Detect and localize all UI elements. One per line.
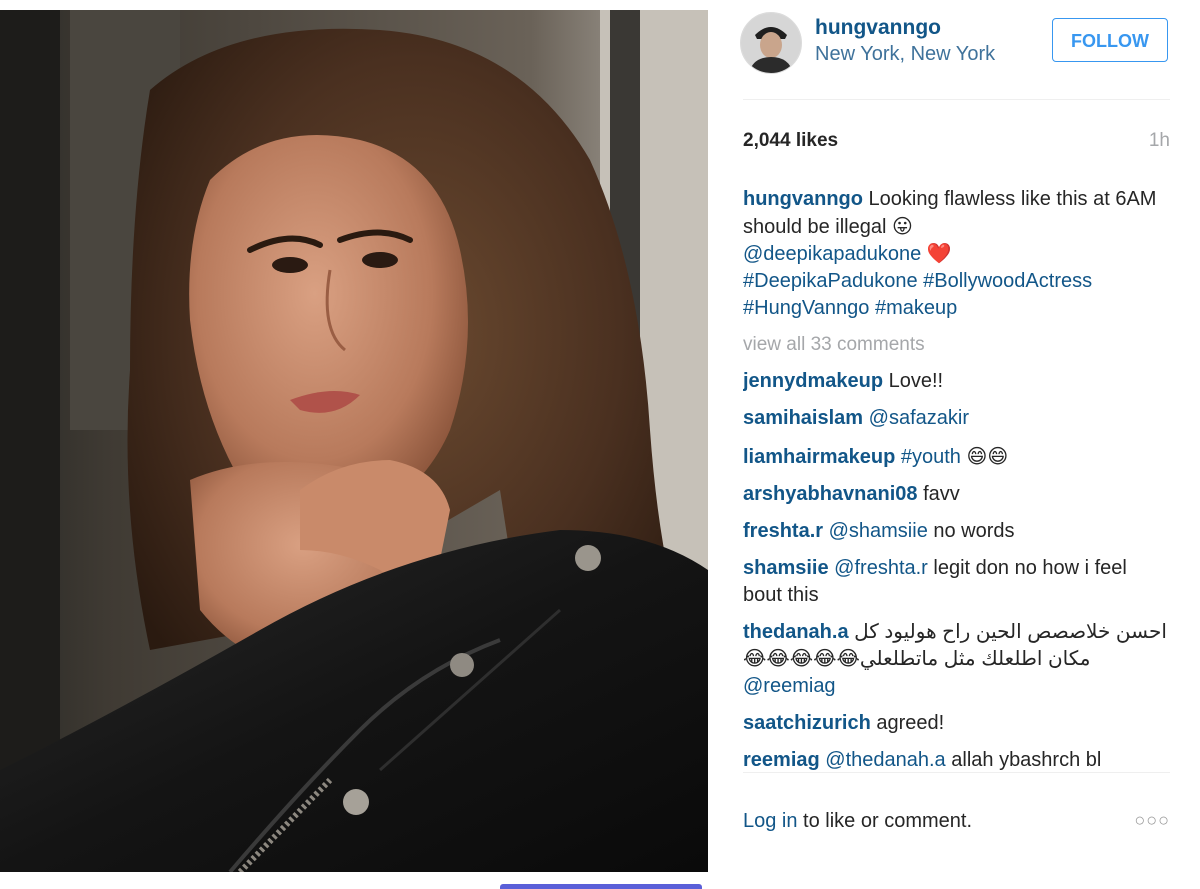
comment-item: shamsiie @freshta.r legit don no how i f… [743,555,1170,608]
comment-text: agreed! [876,711,945,734]
comment-item: samihaislam @safazakir [743,405,1170,432]
header-divider [743,99,1170,100]
comment-item: thedanah.a احسن خلاصصص الحين راح هوليود … [743,619,1170,699]
comment-text: no words [933,520,1015,543]
comment-text: allah ybashrch bl [951,748,1102,771]
login-prompt-text: to like or comment. [797,810,973,832]
comments-list[interactable]: hungvanngo Looking flawless like this at… [743,186,1170,772]
comment-text: Love!! [888,370,944,393]
view-all-comments-link[interactable]: view all 33 comments [743,332,1170,359]
login-link[interactable]: Log in [743,810,798,832]
grin-emoji: 😄😄 [966,443,1009,468]
scroll-indicator [500,884,702,889]
post-details-panel: hungvanngo New York, New York FOLLOW 2,0… [708,0,1200,889]
caption-hashtags[interactable]: #DeepikaPadukone #BollywoodActress #Hung… [743,270,1092,319]
profile-avatar[interactable] [740,12,802,74]
more-options-icon[interactable]: ○○○ [1134,810,1170,831]
post-header: hungvanngo New York, New York FOLLOW [708,0,1200,100]
post-location[interactable]: New York, New York [815,43,995,66]
post-timestamp[interactable]: 1h [1149,130,1170,152]
comment-username[interactable]: jennydmakeup [743,370,883,392]
comment-item: reemiag @thedanah.a allah ybashrch bl [743,747,1170,772]
comment-username[interactable]: reemiag [743,749,820,771]
post-caption: hungvanngo Looking flawless like this at… [743,186,1170,322]
likes-count[interactable]: 2,044 likes [743,130,838,152]
comment-item: saatchizurich agreed! [743,710,1170,737]
comment-username[interactable]: saatchizurich [743,712,871,734]
comment-item: arshyabhavnani08 favv [743,481,1170,508]
post-author-username[interactable]: hungvanngo [815,16,941,40]
comment-text: favv [923,482,960,505]
caption-mention[interactable]: @deepikapadukone [743,243,921,265]
comment-mention[interactable]: @shamsiie [829,520,928,542]
comment-mention[interactable]: @reemiag [743,675,836,697]
comments-divider [743,772,1170,773]
comment-username[interactable]: freshta.r [743,520,823,542]
tongue-emoji: 😛 [892,213,913,238]
comment-username[interactable]: thedanah.a [743,621,849,643]
caption-username[interactable]: hungvanngo [743,188,863,210]
comment-item: freshta.r @shamsiie no words [743,518,1170,545]
comment-username[interactable]: samihaislam [743,407,863,429]
comment-mention[interactable]: @safazakir [869,407,969,429]
heart-emoji: ❤️ [926,241,952,266]
avatar-image [741,13,801,73]
comment-username[interactable]: shamsiie [743,557,829,579]
comment-hashtag[interactable]: #youth [901,446,961,468]
comment-mention[interactable]: @thedanah.a [825,749,945,771]
comment-item: jennydmakeup Love!! [743,368,1170,395]
portrait-image [0,10,708,872]
comment-username[interactable]: arshyabhavnani08 [743,483,918,505]
comment-mention[interactable]: @freshta.r [834,557,928,579]
comment-item: liamhairmakeup #youth 😄😄 [743,443,1170,471]
post-photo[interactable] [0,10,708,872]
likes-row: 2,044 likes 1h [743,130,1170,156]
post-footer: Log in to like or comment. ○○○ [743,810,1170,840]
follow-button[interactable]: FOLLOW [1052,18,1168,62]
comment-username[interactable]: liamhairmakeup [743,446,895,468]
